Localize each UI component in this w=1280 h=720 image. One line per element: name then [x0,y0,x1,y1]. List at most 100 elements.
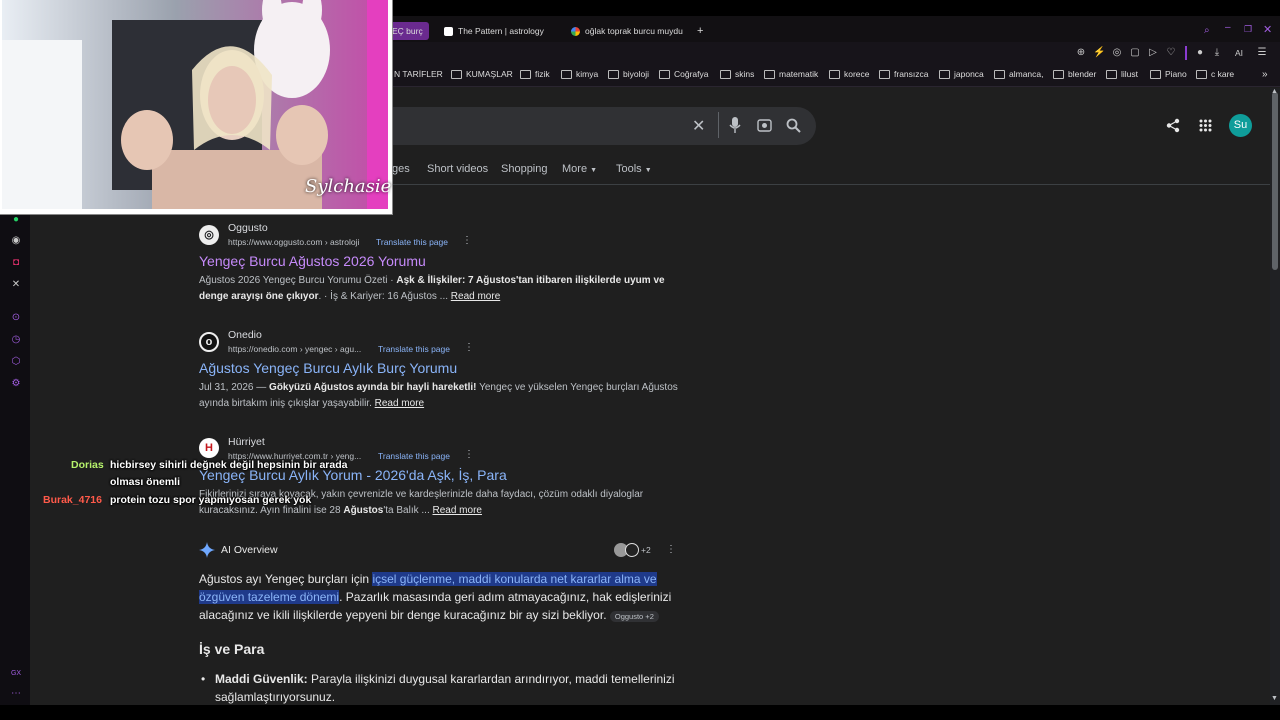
bullet-icon: • [201,672,206,686]
ai-button[interactable]: AI [1229,47,1249,59]
screenshot-icon[interactable]: ▢ [1129,47,1141,59]
lens-camera-icon[interactable] [757,118,772,132]
chat-user-label: Burak_4716 [43,494,102,506]
bookmark-matematik[interactable]: matematik [764,69,818,79]
bookmark-almanca[interactable]: almanca, [994,69,1044,79]
apps-grid-icon[interactable] [1199,119,1212,132]
result-title[interactable]: Ağustos Yengeç Burcu Aylık Burç Yorumu [199,360,457,376]
result-title[interactable]: Yengeç Burcu Ağustos 2026 Yorumu [199,253,426,269]
result-site-name: Oggusto [228,222,268,234]
clear-search-icon[interactable]: ✕ [692,116,705,136]
read-more-link[interactable]: Read more [433,505,482,516]
bookmark-label: kimya [576,69,599,79]
gx-icon[interactable]: GX [10,668,22,680]
search-divider [718,112,719,138]
oggusto-favicon-icon: ◎ [199,225,219,245]
tab-oglak[interactable]: oğlak toprak burcu muydu [571,22,683,40]
bookmark-kumaslar[interactable]: KUMAŞLAR [451,69,513,79]
download-icon[interactable]: ⤓ [1211,47,1223,59]
scroll-up-icon[interactable]: ▲ [1271,88,1278,95]
avatar-initials: Su [1233,119,1248,131]
search-submit-icon[interactable] [786,118,801,133]
zoom-icon[interactable]: ⊕ [1075,47,1087,59]
settings-gear-icon[interactable]: ⚙ [10,378,22,390]
read-more-link[interactable]: Read more [375,398,424,409]
instagram-icon[interactable]: ◘ [10,257,22,269]
result-url[interactable]: https://www.oggusto.com › astroloji [228,237,359,247]
bookmark-label: almanca, [1009,69,1044,79]
chat-message: protein tozu spor yapmıyosan gerek yok [110,494,312,506]
whatsapp-icon[interactable]: ● [10,214,22,226]
bookmark-japonca[interactable]: japonca [939,69,984,79]
bookmark-cografya[interactable]: Coğrafya [659,69,709,79]
microphone-icon[interactable] [729,117,741,133]
minimize-icon[interactable]: – [1225,22,1231,33]
bookmark-korece[interactable]: korece [829,69,870,79]
tab-tools[interactable]: Tools ▼ [616,163,652,175]
snippet-text: Jul 31, 2026 — [199,382,270,393]
more-options-icon[interactable]: ⋮ [462,235,472,246]
caret-down-icon: ▼ [590,167,598,174]
menu-icon[interactable]: ☰ [1256,47,1268,59]
more-options-icon[interactable]: ⋮ [464,342,474,353]
profile-icon[interactable]: ● [1194,47,1206,59]
tab-search-icon[interactable]: ⌕ [1204,25,1210,36]
bookmark-c-kare[interactable]: c kare [1196,69,1234,79]
tab-the-pattern[interactable]: The Pattern | astrology [444,22,544,40]
tab-short-videos[interactable]: Short videos [427,163,488,175]
sources-count[interactable]: +2 [641,545,651,555]
ai-more-options-icon[interactable]: ⋮ [666,544,676,555]
share-icon[interactable] [1166,118,1180,133]
bookmark-label: Coğrafya [674,69,709,79]
tab-active[interactable]: EÇ burç [386,22,429,40]
bookmarks-overflow-icon[interactable]: » [1262,69,1268,80]
discord-icon[interactable]: ◉ [10,235,22,247]
folder-icon [1053,69,1064,79]
tab-images[interactable]: ges [392,163,410,175]
snippet-bold: Gökyüzü Ağustos ayında bir hayli hareket… [269,382,477,393]
new-tab-button[interactable]: + [697,22,703,40]
player-icon[interactable]: ▷ [1147,47,1159,59]
player-sidebar-icon[interactable]: ⊙ [10,312,22,324]
translate-link[interactable]: Translate this page [378,451,450,461]
source-avatar-icon[interactable] [625,543,639,557]
maximize-icon[interactable]: ❐ [1244,24,1252,35]
bookmark-fransizca[interactable]: fransızca [879,69,929,79]
bookmark-kimya[interactable]: kimya [561,69,598,79]
folder-icon [520,69,531,79]
bookmark-label: skins [735,69,755,79]
heart-icon[interactable]: ♡ [1165,47,1177,59]
history-icon[interactable]: ◷ [10,334,22,346]
translate-link[interactable]: Translate this page [378,344,450,354]
tab-more[interactable]: More ▼ [562,163,597,175]
ai-overview-text: Ağustos ayı Yengeç burçları için içsel g… [199,570,679,626]
window-bottom-strip [0,705,1280,720]
avatar[interactable]: Su [1229,114,1252,137]
bookmark-piano[interactable]: Piano [1150,69,1187,79]
ai-label: AI [1234,48,1244,58]
bookmark-skins[interactable]: skins [720,69,754,79]
extensions-icon[interactable]: ⬡ [10,356,22,368]
bookmark-tarifler[interactable]: N TARİFLER [394,69,443,79]
source-chip[interactable]: Oggusto +2 [609,611,659,622]
pattern-favicon-icon [444,26,453,36]
tab-label: Shopping [501,163,548,175]
bookmark-blender[interactable]: blender [1053,69,1096,79]
result-url[interactable]: https://onedio.com › yengec › agu... [228,344,361,354]
more-sidebar-icon[interactable]: ⋯ [10,688,22,700]
vpn-icon[interactable]: ⚡ [1093,47,1105,59]
x-twitter-icon[interactable]: ✕ [10,279,22,291]
scroll-down-icon[interactable]: ▼ [1271,695,1278,702]
bookmark-biyoloji[interactable]: biyoloji [608,69,649,79]
bookmark-label: N TARİFLER [394,69,443,79]
search-input[interactable] [380,107,816,145]
bookmark-fizik[interactable]: fizik [520,69,550,79]
bookmark-lilust[interactable]: lilust [1106,69,1138,79]
translate-link[interactable]: Translate this page [376,237,448,247]
more-options-icon[interactable]: ⋮ [464,449,474,460]
scrollbar-thumb[interactable] [1272,92,1278,270]
tab-shopping[interactable]: Shopping [501,163,548,175]
read-more-link[interactable]: Read more [451,291,500,302]
close-window-icon[interactable]: ✕ [1263,23,1272,36]
snapshot-icon[interactable]: ◎ [1111,47,1123,59]
